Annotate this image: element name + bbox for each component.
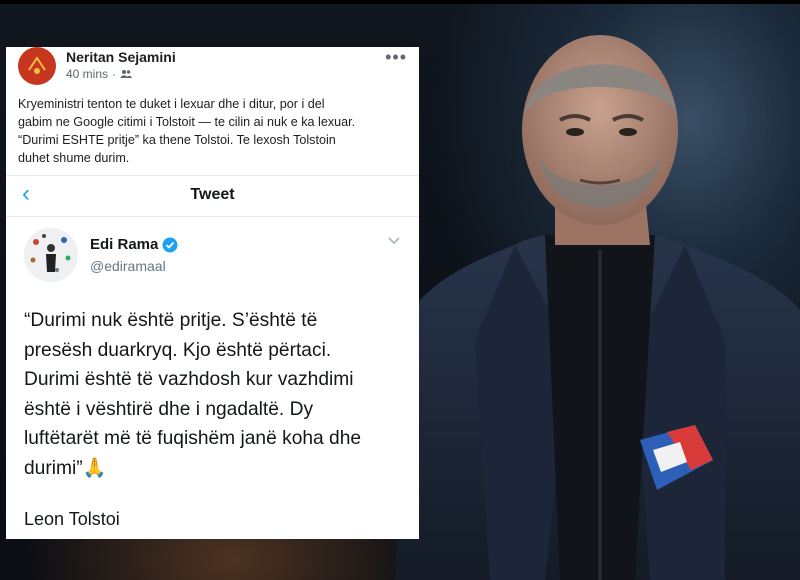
post-meta: 40 mins · [66,67,132,81]
avatar[interactable] [18,47,56,85]
post-author-name[interactable]: Neritan Sejamini [66,49,176,65]
tweet-body-line: Durimi është të vazhdosh kur vazhdimi [24,369,354,390]
friends-icon [120,70,132,78]
tweet-body-line: është i vështirë dhe i ngadaltë. Dy [24,398,314,420]
more-dots-icon[interactable]: ••• [385,47,407,68]
tweet-nav-bar: ‹ Tweet [6,176,419,217]
tweet-body: “Durimi nuk është pritje. S’është të pre… [24,306,409,483]
tweet-author-name-text: Edi Rama [90,236,159,253]
facebook-post-card: Neritan Sejamini 40 mins · ••• Kryeminis… [6,47,419,539]
tweet-body-line: durimi”🙏 [24,457,107,479]
avatar[interactable] [24,228,78,282]
verified-badge-icon [162,237,178,252]
tweet-body-line: luftëtarët më të fuqishëm janë koha dhe [24,428,362,449]
post-header: Neritan Sejamini 40 mins · ••• [18,47,413,87]
post-text-line: Kryeministri tenton te duket i lexuar dh… [18,97,325,111]
post-text-line: “Durimi ESHTE pritje” ka thene Tolstoi. … [18,133,336,147]
tweet-screenshot: ‹ Tweet Edi Rama @ediramaal “Durimi nuk … [6,175,419,539]
post-text-line: duhet shume durim. [18,151,130,165]
top-strip [0,0,800,4]
post-time[interactable]: 40 mins [66,67,108,81]
tweet-author-handle[interactable]: @ediramaal [90,258,166,274]
post-text-line: gabim ne Google citimi i Tolstoit — te c… [18,115,356,129]
avatar-photo [24,228,78,282]
chevron-down-icon[interactable] [387,236,401,246]
tweet-nav-title: Tweet [190,186,235,203]
tweet-body-line: presësh duarkryq. Kjo është përtaci. [24,339,332,361]
post-text: Kryeministri tenton te duket i lexuar dh… [18,95,413,167]
quote-attribution: Leon Tolstoi [24,509,120,529]
tweet-body-line: “Durimi nuk është pritje. S’është të [24,310,318,331]
tweet-author-name[interactable]: Edi Rama [90,236,178,253]
logo-icon [28,56,46,74]
man-portrait-photo [395,35,800,580]
